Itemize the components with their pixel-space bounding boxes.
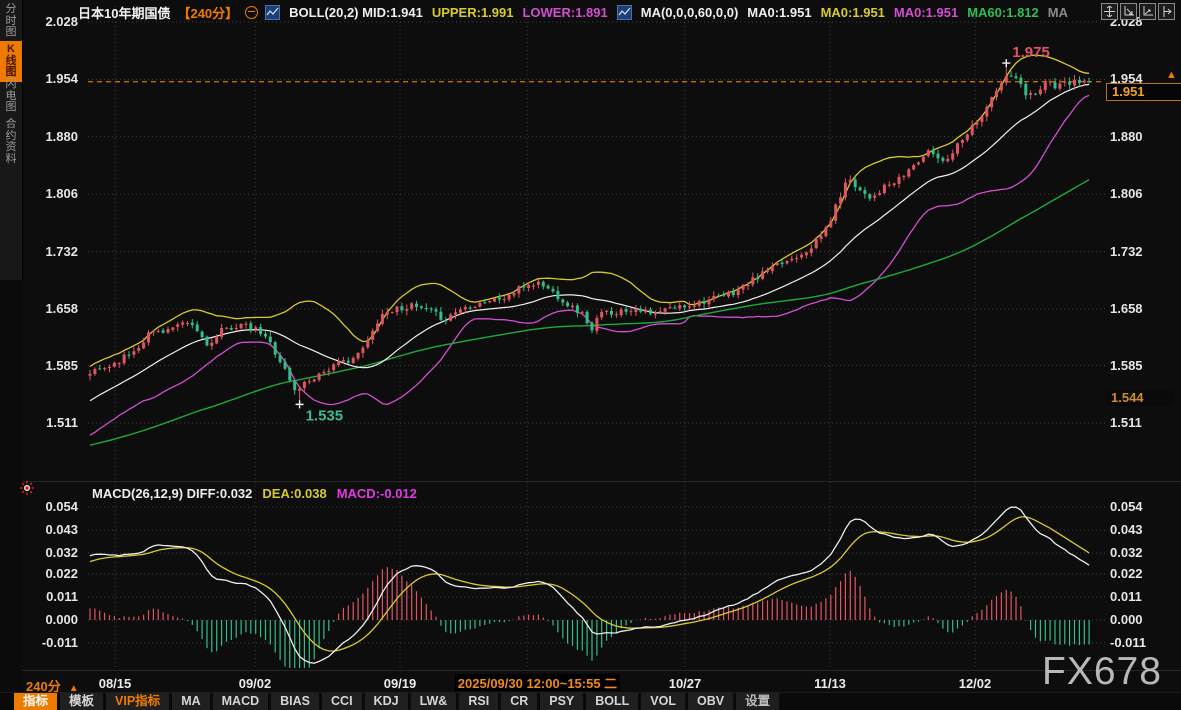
toolbar-button-OBV[interactable]: OBV bbox=[688, 693, 733, 710]
legend-item: MA bbox=[1048, 5, 1068, 20]
toolbar-button-PSY[interactable]: PSY bbox=[540, 693, 583, 710]
price-tick-right: 1.806 bbox=[1110, 186, 1180, 201]
price-up-arrow-icon: ▲ bbox=[1166, 69, 1177, 81]
pan-right-icon[interactable] bbox=[1158, 3, 1175, 20]
high-price-annotation: 1.975 bbox=[1012, 44, 1050, 61]
legend-item: MA60:1.812 bbox=[967, 5, 1039, 20]
indicator-legend: BOLL(20,2) MID:1.941 UPPER:1.991 LOWER:1.8… bbox=[265, 5, 1068, 20]
current-price-badge: 1.951 bbox=[1106, 83, 1181, 101]
macd-tick-right: 0.011 bbox=[1110, 589, 1180, 604]
indicator-toolbar: 指标模板VIP指标MAMACDBIASCCIKDJLW&RSICRPSYBOLL… bbox=[0, 692, 1181, 710]
toolbar-button-BOLL[interactable]: BOLL bbox=[586, 693, 638, 710]
toolbar-button-CR[interactable]: CR bbox=[501, 693, 537, 710]
legend-item: MA0:1.951 bbox=[747, 5, 811, 20]
low-price-badge: 1.544 bbox=[1106, 390, 1173, 406]
macd-tick-right: 0.000 bbox=[1110, 612, 1180, 627]
toolbar-button-MA[interactable]: MA bbox=[172, 693, 209, 710]
date-label: 11/13 bbox=[814, 676, 846, 691]
date-label: 12/02 bbox=[959, 676, 992, 691]
macd-tick-right: 0.032 bbox=[1110, 545, 1180, 560]
low-price-annotation: 1.535 bbox=[306, 407, 344, 424]
price-tick-right: 1.658 bbox=[1110, 301, 1180, 316]
price-tick-right: 1.585 bbox=[1110, 358, 1180, 373]
macd-legend-item: MACD:-0.012 bbox=[337, 486, 417, 501]
toolbar-button-VOL[interactable]: VOL bbox=[641, 693, 685, 710]
macd-legend: MACD(26,12,9) DIFF:0.032 DEA:0.038 MACD:-0… bbox=[92, 486, 417, 501]
fx678-watermark: FX678 bbox=[1042, 650, 1162, 694]
chart-tool-buttons bbox=[1101, 3, 1175, 20]
legend-item: MA0:1.951 bbox=[894, 5, 958, 20]
toolbar-button-指标[interactable]: 指标 bbox=[14, 693, 57, 710]
mini-chart-icon bbox=[617, 5, 632, 20]
macd-tick-right: 0.043 bbox=[1110, 522, 1180, 537]
chart-legend-bar: 日本10年期国债 【240分】 BOLL(20,2) MID:1.941 UPPE… bbox=[78, 4, 1068, 20]
toolbar-button-KDJ[interactable]: KDJ bbox=[365, 693, 408, 710]
scale-right-icon[interactable] bbox=[1139, 3, 1156, 20]
mini-chart-icon bbox=[265, 5, 280, 20]
macd-legend-item: MACD(26,12,9) DIFF:0.032 bbox=[92, 486, 252, 501]
pane-divider bbox=[22, 481, 1181, 482]
toolbar-button-模板[interactable]: 模板 bbox=[60, 693, 103, 710]
date-label: 09/02 bbox=[239, 676, 272, 691]
date-label: 08/15 bbox=[99, 676, 132, 691]
selected-candle-date: 2025/09/30 12:00~15:55 二 bbox=[455, 674, 620, 691]
toolbar-button-VIP指标[interactable]: VIP指标 bbox=[106, 693, 169, 710]
macd-tick-right: 0.022 bbox=[1110, 566, 1180, 581]
price-tick-right: 1.511 bbox=[1110, 415, 1180, 430]
crosshair-icon[interactable] bbox=[1101, 3, 1118, 20]
macd-tick-right: -0.011 bbox=[1110, 635, 1180, 650]
collapse-icon[interactable] bbox=[245, 6, 258, 19]
left-sidebar: 分时图K线图闪电图合约资料 bbox=[0, 0, 22, 710]
toolbar-button-CCI[interactable]: CCI bbox=[322, 693, 362, 710]
toolbar-button-BIAS[interactable]: BIAS bbox=[271, 693, 319, 710]
chart-canvas[interactable]: 1.975 1.535 bbox=[0, 0, 1181, 710]
toolbar-button-RSI[interactable]: RSI bbox=[459, 693, 498, 710]
toolbar-button-设置[interactable]: 设置 bbox=[736, 693, 779, 710]
sidebar-tab-2[interactable]: K线图 bbox=[0, 41, 22, 82]
legend-item: MA(0,0,0,60,0,0) bbox=[641, 5, 739, 20]
period-label: 【240分】 bbox=[177, 3, 238, 22]
axis-divider bbox=[22, 670, 1181, 671]
sidebar-tab-1[interactable]: 分时图 bbox=[0, 4, 22, 39]
alert-burst-icon[interactable] bbox=[20, 481, 34, 500]
price-tick-right: 1.880 bbox=[1110, 129, 1180, 144]
price-tick-right: 1.732 bbox=[1110, 244, 1180, 259]
sidebar-tab-4[interactable]: 合约资料 bbox=[0, 119, 22, 165]
date-label: 09/19 bbox=[384, 676, 417, 691]
macd-tick-right: 0.054 bbox=[1110, 499, 1180, 514]
app-window: { "colors":{"up":"#df5661","down":"#34bd… bbox=[0, 0, 1181, 710]
sidebar-tab-3[interactable]: 闪电图 bbox=[0, 79, 22, 114]
legend-item: MA0:1.951 bbox=[821, 5, 885, 20]
toolbar-button-LW&[interactable]: LW& bbox=[411, 693, 457, 710]
scale-left-icon[interactable] bbox=[1120, 3, 1137, 20]
macd-legend-item: DEA:0.038 bbox=[262, 486, 326, 501]
instrument-title: 日本10年期国债 bbox=[78, 3, 170, 22]
legend-item: LOWER:1.891 bbox=[522, 5, 607, 20]
date-label: 10/27 bbox=[669, 676, 702, 691]
legend-item: UPPER:1.991 bbox=[432, 5, 514, 20]
legend-item: BOLL(20,2) MID:1.941 bbox=[289, 5, 423, 20]
toolbar-button-MACD[interactable]: MACD bbox=[213, 693, 269, 710]
